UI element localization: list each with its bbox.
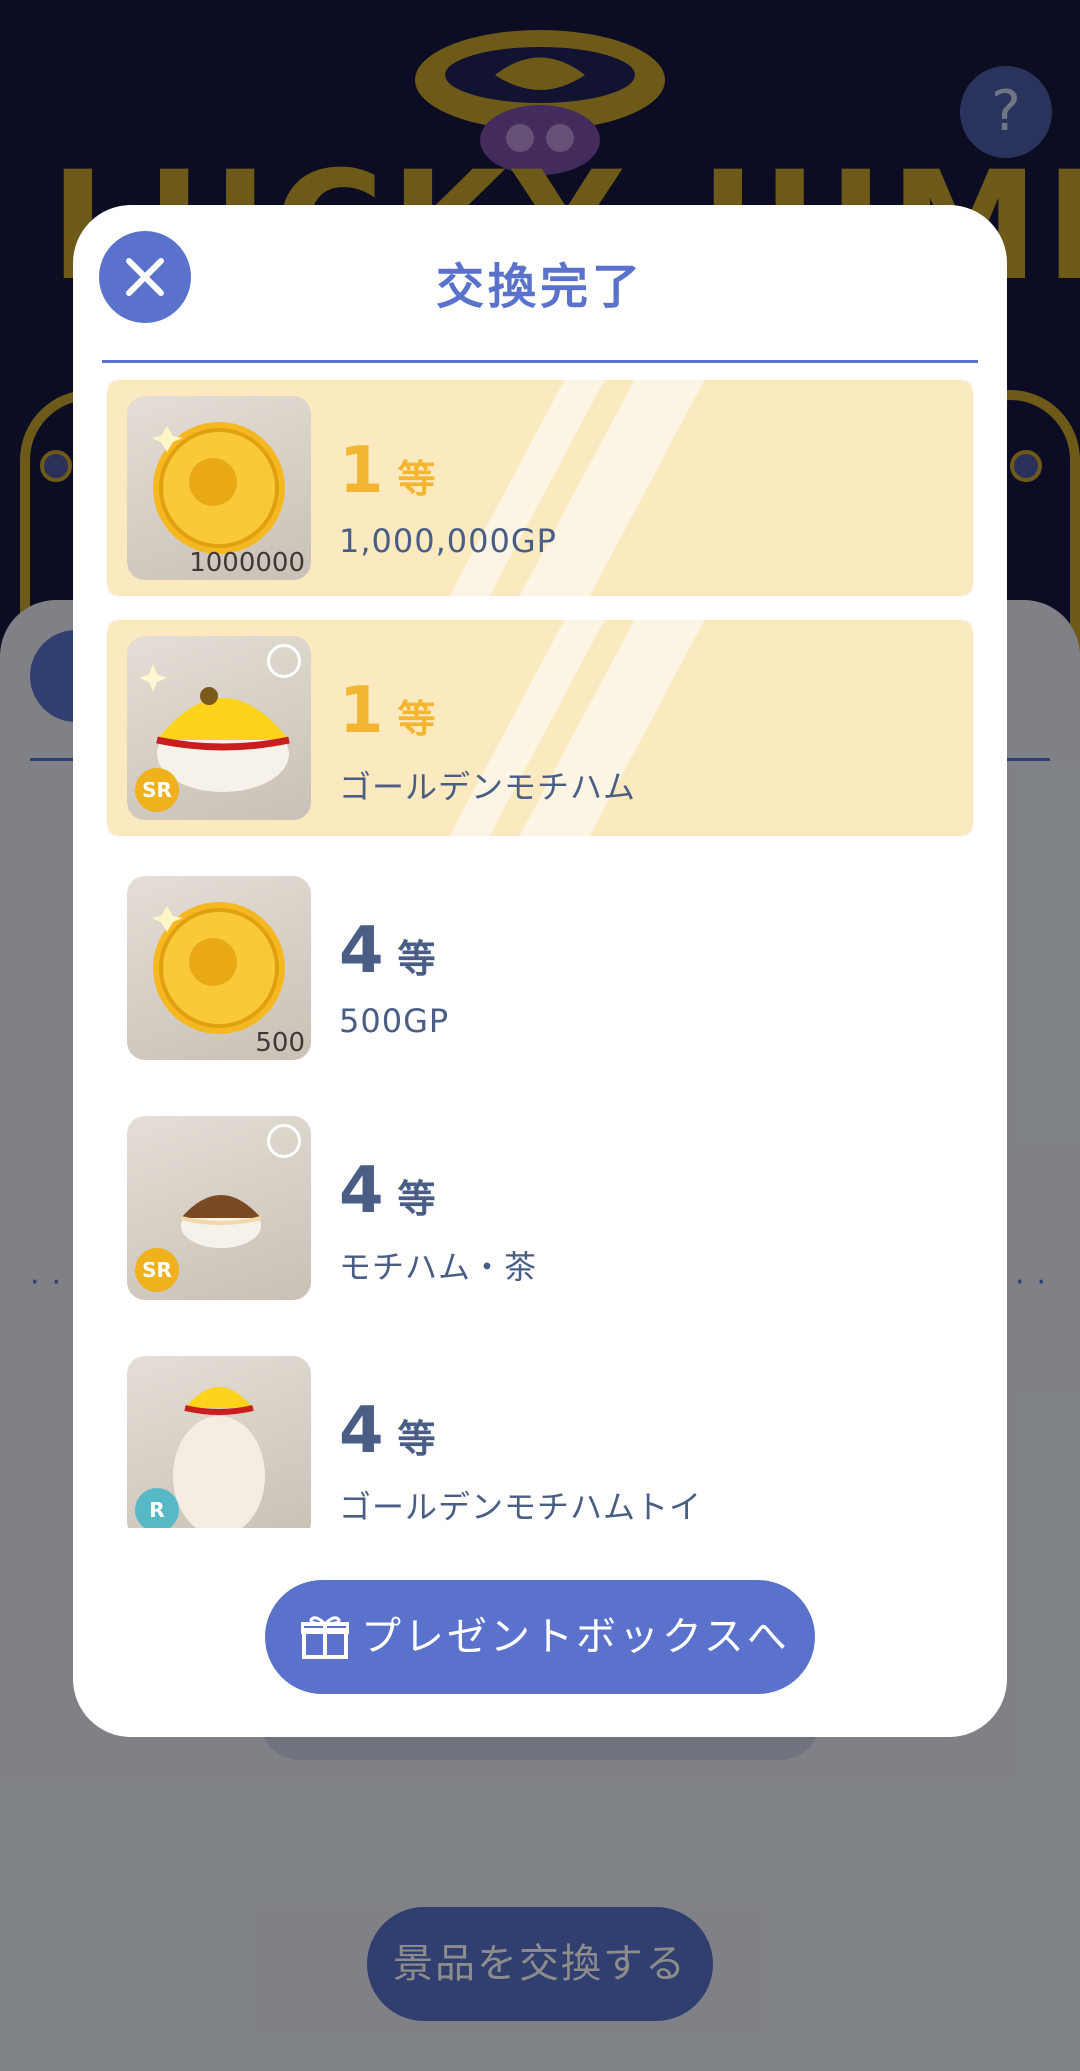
present-button-label: プレゼントボックスへ (361, 1614, 790, 1660)
prize-row: 500 4等 500GP (107, 860, 973, 1076)
prize-thumbnail: SR (127, 1116, 311, 1300)
prize-name: ゴールデンモチハム (339, 768, 637, 806)
rarity-badge: SR (135, 1248, 179, 1292)
prize-rank: 4等 (339, 914, 436, 988)
exchange-complete-dialog: 交換完了 1000000 1等 1,000,000GP SR 1 等 ゴールデン… (73, 205, 1007, 1737)
prize-name: モチハム・茶 (339, 1248, 538, 1286)
prize-row: SR 4等 モチハム・茶 (107, 1100, 973, 1316)
prize-quantity: 1000000 (189, 548, 305, 578)
prize-thumbnail: SR (127, 636, 311, 820)
prize-rank: 4等 (339, 1394, 436, 1468)
rarity-badge: SR (135, 768, 179, 812)
prize-rank: 1等 (339, 434, 436, 508)
prize-rank: 4等 (339, 1154, 436, 1228)
prize-row: SR 1等 ゴールデンモチハム (107, 620, 973, 836)
prize-row: R 4等 ゴールデンモチハムトイ (107, 1340, 973, 1528)
shape-tag-icon (267, 1124, 301, 1158)
prize-list[interactable]: 1000000 1等 1,000,000GP SR 1等 ゴールデンモチハム 5… (107, 380, 973, 1528)
prize-thumbnail: R (127, 1356, 311, 1528)
prize-quantity: 500 (255, 1028, 305, 1058)
gift-box-icon (301, 1616, 349, 1659)
prize-name: ゴールデンモチハムトイ (339, 1488, 703, 1526)
prize-rank: 1等 (339, 674, 436, 748)
prize-name: 500GP (339, 1002, 450, 1040)
rarity-badge: R (135, 1488, 179, 1528)
dialog-title: 交換完了 (435, 259, 644, 315)
prize-name: 1,000,000GP (339, 522, 557, 560)
prize-thumbnail: 1000000 (127, 396, 311, 580)
prize-row: 1000000 1等 1,000,000GP (107, 380, 973, 596)
present-box-button[interactable]: プレゼントボックスへ (265, 1580, 815, 1694)
prize-thumbnail: 500 (127, 876, 311, 1060)
shape-tag-icon (267, 644, 301, 678)
title-divider (102, 360, 978, 363)
